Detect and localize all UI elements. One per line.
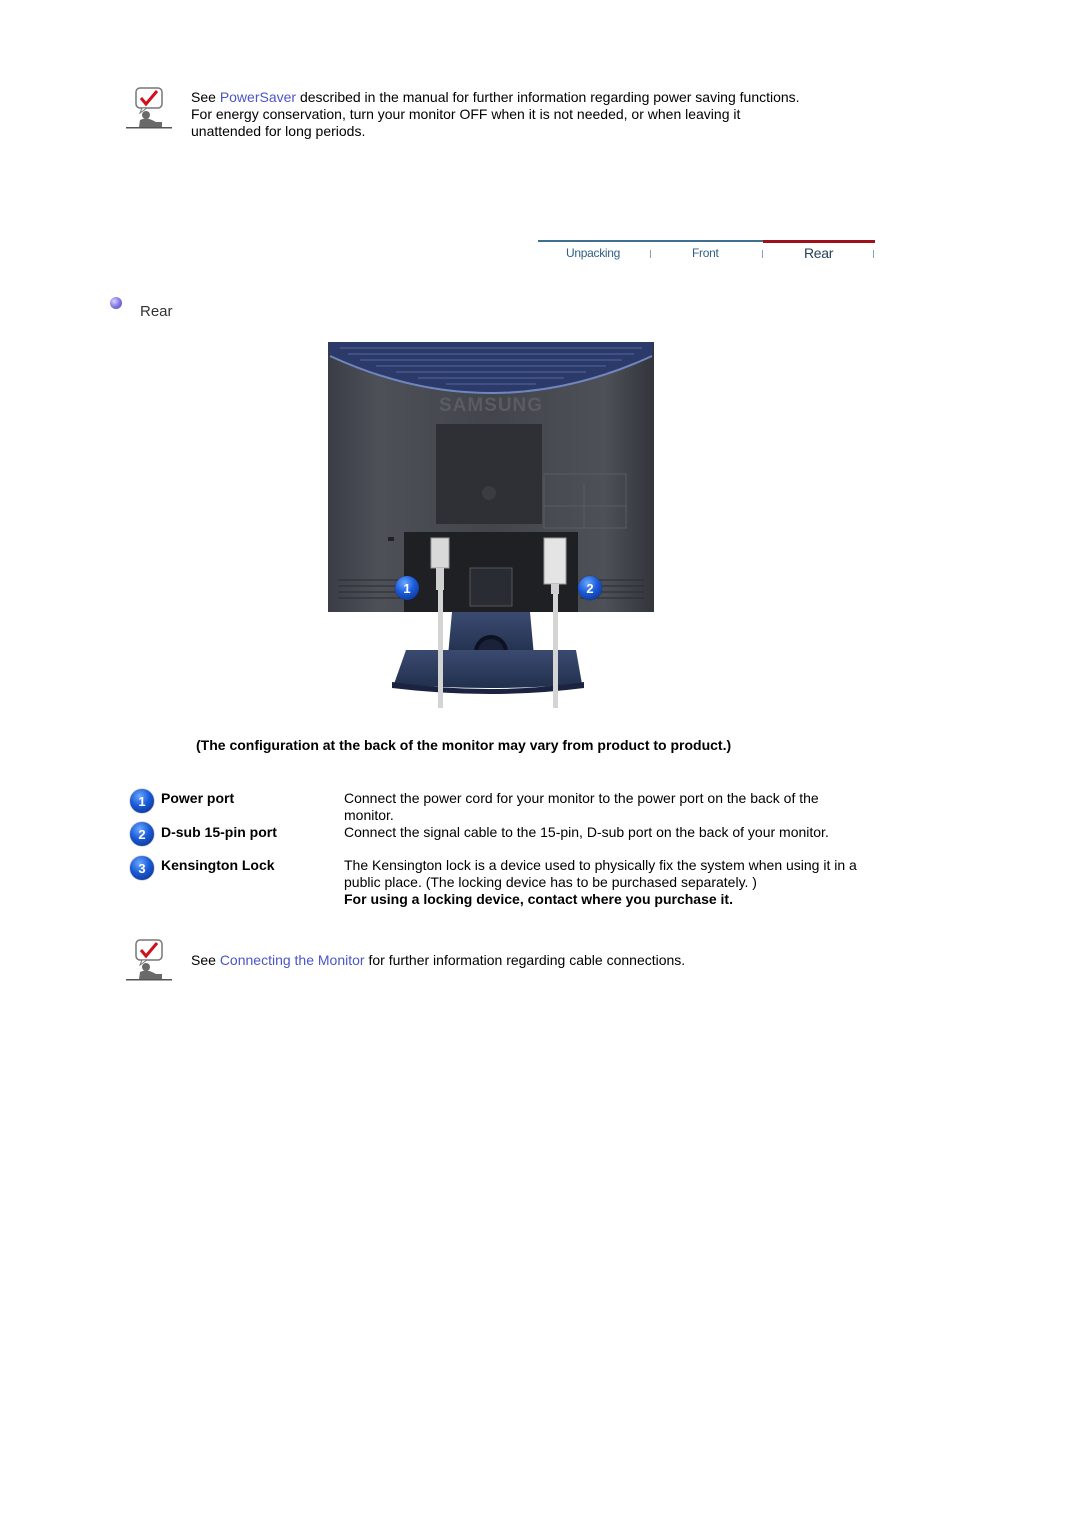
callout-badge-2: 2 <box>578 576 602 600</box>
item-label-power-port: Power port <box>161 790 235 806</box>
note-text: unattended for long periods. <box>191 123 366 139</box>
section-title: Rear <box>140 303 173 320</box>
monitor-rear-image: SAMSUNG 1 2 <box>326 340 656 708</box>
note-text: See <box>191 952 220 968</box>
tab-front[interactable]: Front <box>692 246 719 260</box>
tab-unpacking[interactable]: Unpacking <box>566 246 620 260</box>
item-desc-dsub-port: Connect the signal cable to the 15-pin, … <box>344 824 829 840</box>
item-number-badge: 3 <box>130 856 154 880</box>
tab-separator <box>762 250 763 258</box>
tab-rear[interactable]: Rear <box>804 245 833 261</box>
note-check-icon <box>126 938 174 982</box>
tab-underline <box>538 240 763 242</box>
kensington-desc-text: The Kensington lock is a device used to … <box>344 857 857 890</box>
item-desc-kensington-lock: The Kensington lock is a device used to … <box>344 857 859 908</box>
powersaver-link[interactable]: PowerSaver <box>220 89 296 105</box>
active-tab-underline <box>763 240 875 243</box>
connecting-monitor-link[interactable]: Connecting the Monitor <box>220 952 365 968</box>
cable-connection-note: See Connecting the Monitor for further i… <box>191 952 685 969</box>
item-number-badge: 2 <box>130 822 154 846</box>
tab-separator <box>650 250 651 258</box>
note-check-icon <box>126 86 174 130</box>
note-text: described in the manual for further info… <box>296 89 800 105</box>
figure-caption: (The configuration at the back of the mo… <box>196 737 732 753</box>
note-text: For energy conservation, turn your monit… <box>191 106 741 122</box>
bullet-icon <box>110 297 122 309</box>
kensington-desc-bold: For using a locking device, contact wher… <box>344 891 733 907</box>
note-text: for further information regarding cable … <box>364 952 686 968</box>
tab-separator <box>873 250 874 258</box>
note-text: See <box>191 89 220 105</box>
item-label-dsub-port: D-sub 15-pin port <box>161 824 277 840</box>
power-saver-note: See PowerSaver described in the manual f… <box>191 89 871 140</box>
section-tabs: Unpacking Front Rear <box>538 240 875 270</box>
item-desc-power-port: Connect the power cord for your monitor … <box>344 790 819 823</box>
item-label-kensington-lock: Kensington Lock <box>161 857 275 873</box>
item-number-badge: 1 <box>130 789 154 813</box>
callout-badge-1: 1 <box>395 576 419 600</box>
brand-logo: SAMSUNG <box>439 395 543 416</box>
